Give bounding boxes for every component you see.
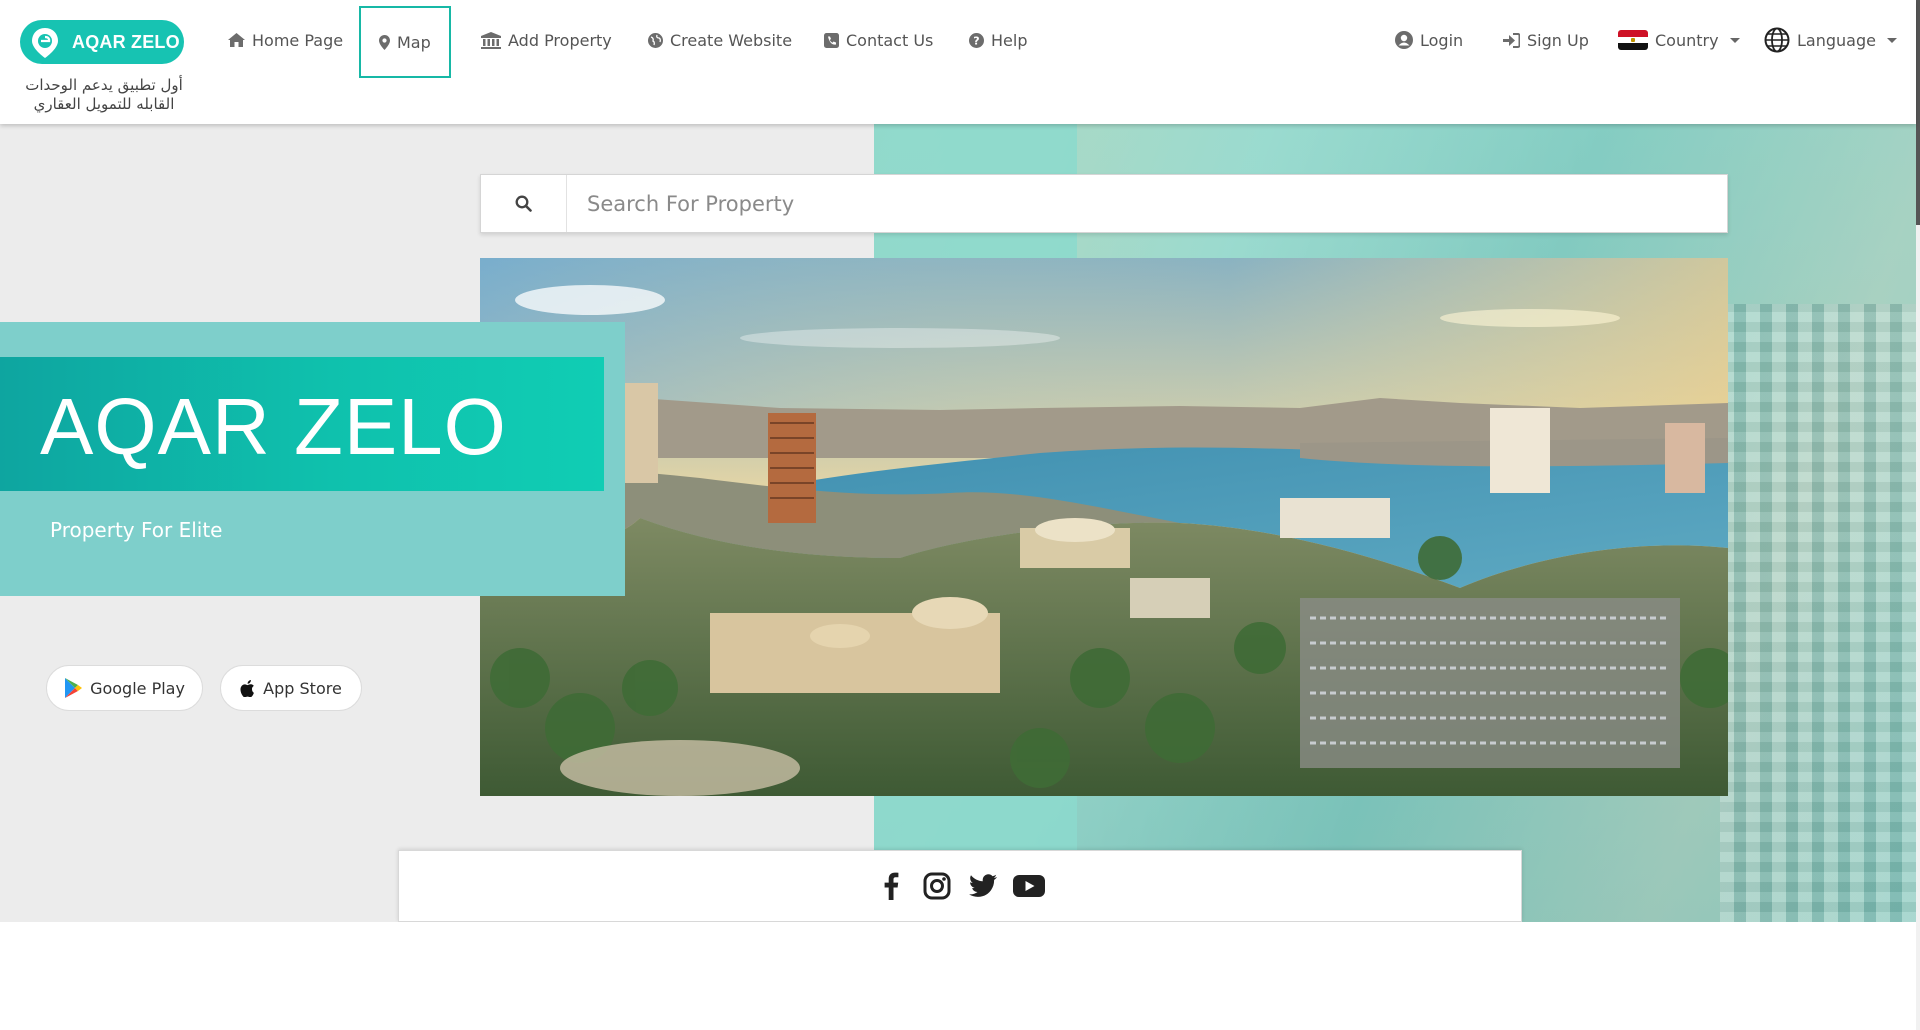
nav-map[interactable]: Map (359, 6, 451, 78)
nav-contact-us-label: Contact Us (846, 30, 934, 50)
language-globe-icon (1764, 27, 1790, 53)
logo-text: AQAR ZELO (72, 31, 180, 52)
search-button[interactable] (481, 175, 567, 232)
hero-cairo-photo (480, 258, 1728, 796)
bank-icon (481, 31, 501, 49)
property-search-bar (480, 174, 1728, 233)
user-circle-icon (1395, 31, 1413, 49)
nav-contact-us[interactable]: Contact Us (824, 0, 933, 80)
nav-create-website[interactable]: Create Website (648, 0, 792, 80)
home-icon (228, 33, 245, 47)
brand-tagline: أول تطبيق يدعم الوحدات القابله للتمويل ا… (14, 76, 194, 114)
hero-title: AQAR ZELO (40, 382, 507, 471)
nav-home-page[interactable]: Home Page (228, 0, 343, 80)
nav-help-label: Help (991, 30, 1028, 50)
twitter-icon[interactable] (967, 870, 999, 902)
app-store-button[interactable]: App Store (220, 665, 362, 711)
nav-add-property[interactable]: Add Property (481, 0, 612, 80)
background-city-buildings (1720, 304, 1916, 922)
scrollbar-thumb[interactable] (1916, 0, 1920, 225)
search-icon (515, 195, 532, 212)
google-play-icon (65, 678, 83, 698)
search-input[interactable] (567, 175, 1727, 232)
language-label: Language (1797, 30, 1876, 50)
tagline-line-2: القابله للتمويل العقاري (33, 95, 175, 113)
social-links-bar (398, 850, 1522, 922)
phone-icon (824, 32, 839, 48)
nav-home-page-label: Home Page (252, 30, 344, 50)
country-dropdown[interactable]: Country (1618, 0, 1740, 80)
apple-icon (240, 679, 255, 697)
hero-section: AQAR ZELO Property For Elite Google Play… (0, 124, 1916, 922)
nav-sign-up-label: Sign Up (1527, 30, 1589, 50)
google-play-button[interactable]: Google Play (46, 665, 203, 711)
instagram-icon[interactable] (921, 870, 953, 902)
youtube-icon[interactable] (1013, 870, 1045, 902)
nav-login-label: Login (1420, 30, 1464, 50)
nav-login[interactable]: Login (1395, 0, 1463, 80)
nav-sign-up[interactable]: Sign Up (1503, 0, 1589, 80)
hero-subtitle: Property For Elite (50, 518, 223, 542)
top-navbar: AQAR ZELO أول تطبيق يدعم الوحدات القابله… (0, 0, 1916, 124)
chevron-down-icon (1729, 37, 1740, 43)
egypt-flag-icon (1618, 30, 1648, 50)
facebook-icon[interactable] (875, 870, 907, 902)
sign-in-icon (1503, 32, 1520, 48)
question-circle-icon: ? (969, 32, 984, 48)
chevron-down-icon (1886, 37, 1897, 43)
brand-logo[interactable]: AQAR ZELO (20, 20, 184, 64)
logo-pin-icon (30, 27, 60, 58)
map-marker-icon (379, 34, 390, 50)
nav-create-website-label: Create Website (670, 30, 793, 50)
app-store-label: App Store (263, 678, 342, 698)
country-label: Country (1655, 30, 1719, 50)
tagline-line-1: أول تطبيق يدعم الوحدات (25, 76, 183, 94)
svg-text:?: ? (973, 34, 979, 47)
globe-icon (648, 32, 663, 48)
nav-help[interactable]: ? Help (969, 0, 1027, 80)
nav-add-property-label: Add Property (508, 30, 612, 50)
language-dropdown[interactable]: Language (1764, 0, 1897, 80)
nav-map-label: Map (397, 32, 431, 52)
google-play-label: Google Play (90, 678, 185, 698)
page-scrollbar[interactable] (1916, 0, 1920, 1030)
